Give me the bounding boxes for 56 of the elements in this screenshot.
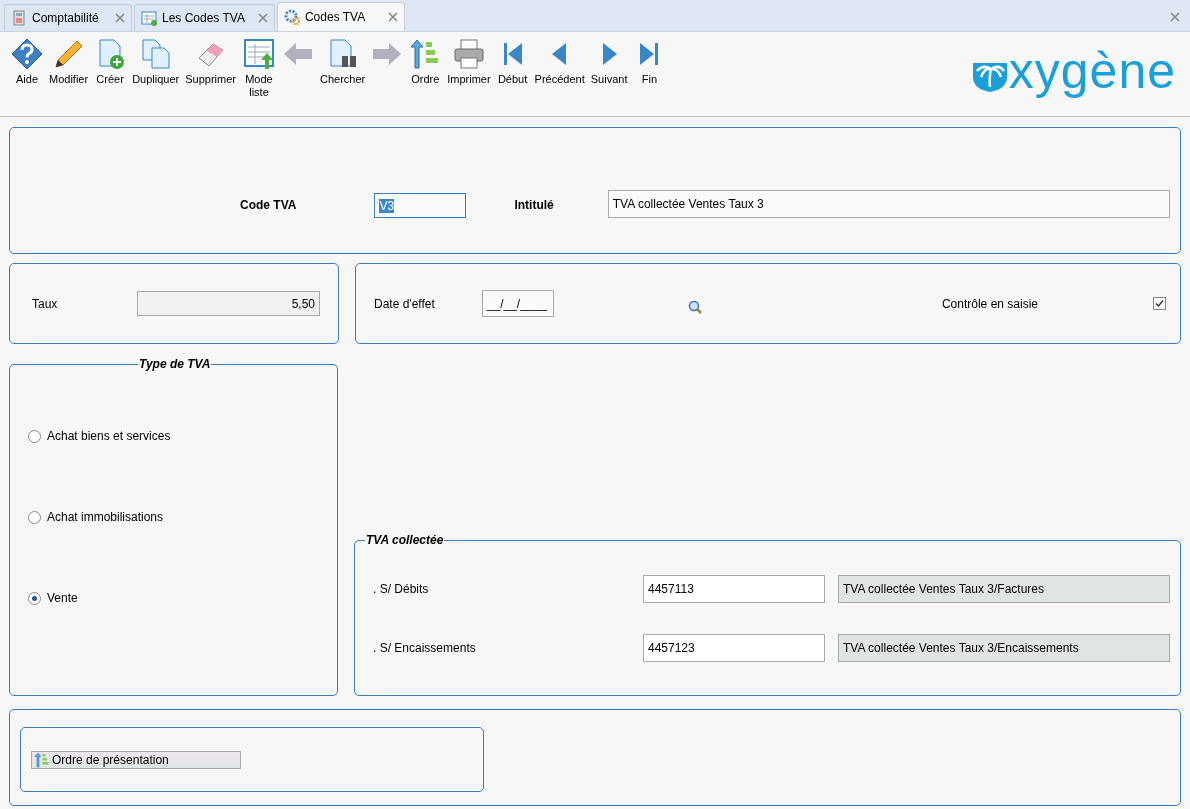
toolbar-button[interactable]: Mode liste [238, 38, 279, 99]
input-field[interactable]: V3 [374, 193, 467, 218]
field-label: . S/ Encaissements [373, 641, 477, 655]
input-field[interactable]: 4457123 [643, 634, 825, 662]
tab[interactable]: Comptabilité [4, 4, 132, 31]
input-field[interactable]: TVA collectée Ventes Taux 3 [607, 190, 1170, 218]
radio-button[interactable] [28, 510, 41, 524]
input-field[interactable]: 5,50 [137, 291, 320, 316]
toolbar-button[interactable]: Modifier [46, 38, 92, 86]
order-button[interactable]: Ordre de présentation [31, 750, 241, 769]
copy-icon [139, 38, 172, 70]
close-icon[interactable] [1170, 12, 1180, 22]
toolbar-button[interactable]: Suivant [587, 38, 631, 86]
radio-option[interactable]: Achat biens et services [28, 429, 337, 443]
group-title: TVA collectée [365, 533, 445, 547]
group-title: Type de TVA [138, 357, 212, 371]
field-label: Intitulé [514, 198, 554, 214]
magnifier-icon[interactable] [687, 299, 702, 314]
toolbar-button[interactable]: Fin [630, 38, 669, 86]
toolbar-button[interactable]: Imprimer [444, 38, 494, 86]
field-label: Date d'effet [374, 296, 435, 311]
help-icon [11, 38, 43, 70]
input-field[interactable]: 4457113 [643, 575, 825, 603]
toolbar-button[interactable]: Ordre [406, 38, 445, 86]
listmode-icon [242, 38, 275, 70]
close-icon[interactable] [387, 12, 398, 22]
field-label: . S/ Débits [373, 582, 430, 596]
toolbar-button[interactable]: Début [493, 38, 532, 86]
logo: xygène [970, 46, 1176, 96]
toolbar-button[interactable]: Créer [91, 38, 130, 86]
input-field: TVA collectée Ventes Taux 3/Encaissements [838, 634, 1170, 662]
toolbar-button[interactable]: Chercher [316, 38, 369, 86]
radio-option[interactable]: Vente [28, 591, 337, 605]
radio-button[interactable] [28, 591, 41, 605]
radio-button[interactable] [28, 429, 41, 443]
field-label: Contrôle en saisie [941, 296, 1038, 311]
order-icon [34, 751, 50, 768]
calculator-icon [11, 10, 27, 26]
gear-icon [283, 9, 300, 25]
toolbar-button[interactable]: Aide [8, 38, 46, 86]
field-label: Code TVA [240, 198, 297, 214]
checkbox[interactable] [1153, 297, 1166, 310]
pencil-icon [52, 38, 85, 70]
field-label: Taux [32, 296, 58, 311]
toolbar-button[interactable]: Dupliquer [129, 38, 183, 86]
date-field[interactable]: __/__/____ [481, 290, 554, 317]
radio-option[interactable]: Achat immobilisations [28, 510, 337, 524]
table-icon [141, 10, 157, 26]
print-icon [452, 38, 485, 70]
input-field: TVA collectée Ventes Taux 3/Factures [838, 575, 1170, 603]
toolbar-button[interactable]: Précédent [531, 38, 588, 86]
close-icon[interactable] [257, 13, 268, 23]
tab[interactable]: Les Codes TVA [134, 4, 275, 31]
close-icon[interactable] [115, 13, 125, 23]
tab[interactable]: Codes TVA [276, 2, 405, 31]
toolbar-button[interactable]: Supprimer [182, 38, 239, 86]
